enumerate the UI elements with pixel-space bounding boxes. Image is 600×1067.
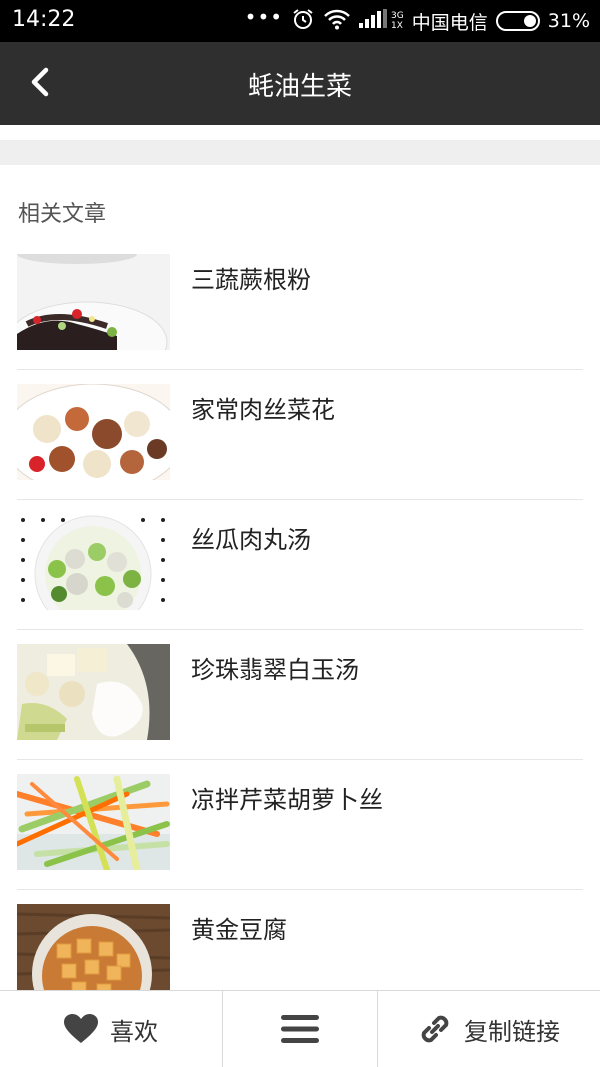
list-item[interactable]: 珍珠翡翠白玉汤 [0, 630, 600, 760]
page-title: 蚝油生菜 [247, 72, 352, 102]
article-thumbnail [17, 644, 170, 740]
bottom-toolbar: 喜欢 复制链接 [0, 990, 600, 1067]
status-bar: 14:22 ••• 3G 1X 中国电信 31% [0, 0, 600, 42]
link-icon [421, 1015, 449, 1043]
copy-link-label: 复制链接 [464, 1017, 560, 1046]
like-label: 喜欢 [110, 1017, 158, 1046]
battery-icon [495, 11, 540, 31]
article-title: 家常肉丝菜花 [191, 396, 335, 424]
article-title: 珍珠翡翠白玉汤 [191, 656, 359, 684]
network-type: 3G 1X [391, 11, 404, 31]
alarm-icon [291, 7, 315, 36]
header-bar: 蚝油生菜 [0, 42, 600, 125]
copy-link-button[interactable]: 复制链接 [377, 991, 600, 1067]
article-thumbnail [17, 384, 170, 480]
article-thumbnail [17, 774, 170, 870]
list-item[interactable]: 三蔬蕨根粉 [0, 240, 600, 370]
related-articles-heading: 相关文章 [18, 202, 107, 227]
like-button[interactable]: 喜欢 [0, 991, 222, 1067]
menu-button[interactable] [222, 991, 377, 1067]
wifi-icon [323, 8, 351, 35]
section-divider [0, 140, 600, 165]
article-thumbnail [17, 254, 170, 350]
battery-percent: 31% [547, 10, 590, 32]
heart-icon [64, 1014, 98, 1043]
article-title: 黄金豆腐 [191, 916, 287, 944]
article-thumbnail [17, 514, 170, 610]
status-time: 14:22 [12, 7, 76, 32]
article-title: 丝瓜肉丸汤 [191, 526, 311, 554]
more-dots: ••• [244, 5, 284, 29]
network-type-bottom: 1X [391, 21, 403, 31]
list-item[interactable]: 丝瓜肉丸汤 [0, 500, 600, 630]
menu-icon [281, 1015, 319, 1043]
status-indicators: ••• 3G 1X 中国电信 31% [244, 5, 590, 36]
article-thumbnail [17, 904, 170, 1000]
cell-signal-icon [359, 8, 388, 34]
article-title: 凉拌芹菜胡萝卜丝 [191, 786, 383, 814]
list-item[interactable]: 家常肉丝菜花 [0, 370, 600, 500]
list-item[interactable]: 凉拌芹菜胡萝卜丝 [0, 760, 600, 890]
carrier-name: 中国电信 [411, 11, 488, 34]
related-articles-list: 三蔬蕨根粉 家常肉丝菜花 丝瓜肉丸汤 珍珠翡翠白玉汤 凉拌芹菜胡萝卜丝 黄金豆腐 [0, 240, 600, 1020]
network-type-top: 3G [391, 11, 404, 21]
article-title: 三蔬蕨根粉 [191, 266, 311, 294]
